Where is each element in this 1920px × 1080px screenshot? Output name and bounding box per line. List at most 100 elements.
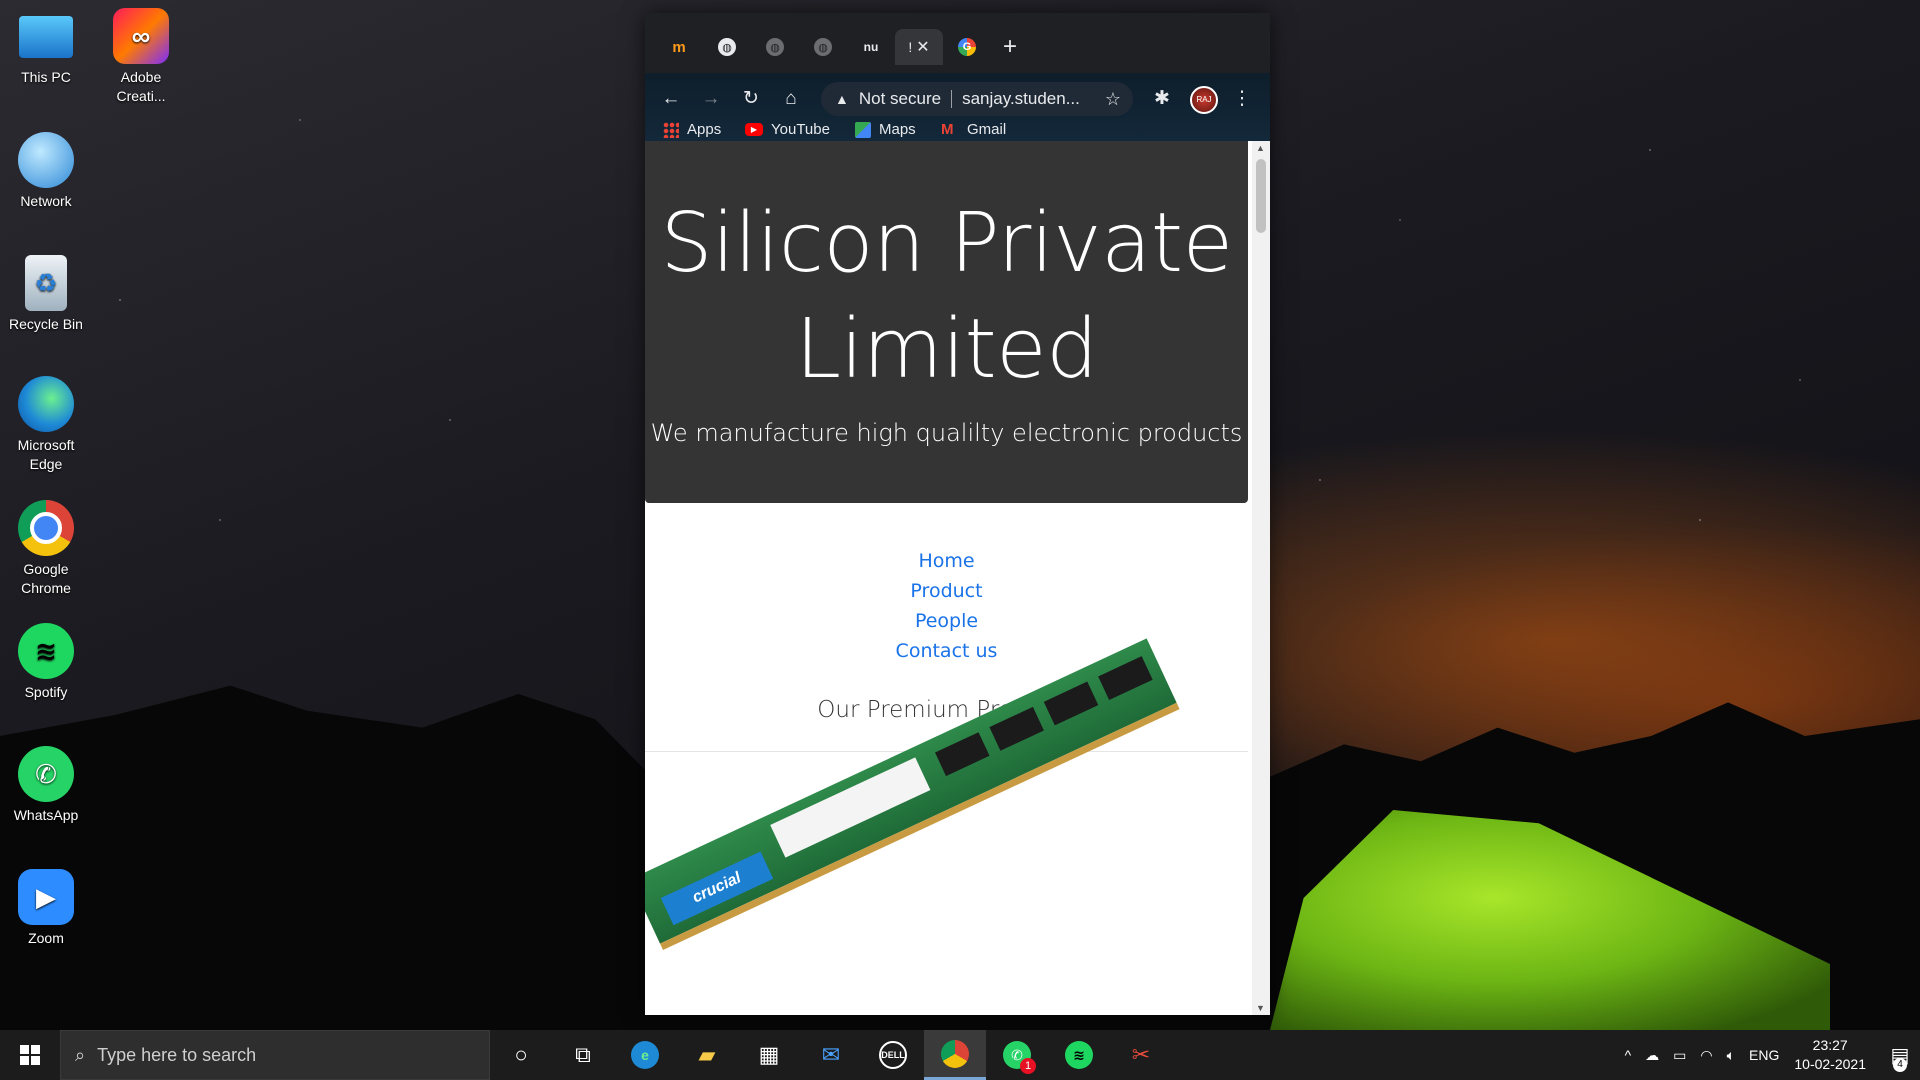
taskbar-dell[interactable]: DELL bbox=[862, 1030, 924, 1080]
profile-avatar[interactable]: RAJ bbox=[1190, 86, 1218, 114]
clock-date: 10-02-2021 bbox=[1794, 1056, 1866, 1072]
bookmark-gmail[interactable]: M Gmail bbox=[941, 121, 1006, 138]
task-view-button[interactable]: ⧉ bbox=[552, 1030, 614, 1080]
bookmarks-bar: Apps ▶ YouTube Maps M Gmail bbox=[645, 121, 1270, 141]
scroll-down-icon[interactable]: ▼ bbox=[1256, 1003, 1265, 1013]
desktop-icon-adobe[interactable]: ∞ Adobe Creati... bbox=[95, 8, 187, 106]
desktop-icon-label: Network bbox=[20, 193, 72, 209]
close-icon[interactable]: ✕ bbox=[916, 37, 929, 57]
nav-people[interactable]: People bbox=[645, 606, 1248, 636]
search-icon: ⌕ bbox=[75, 1044, 86, 1065]
store-icon: ▦ bbox=[758, 1042, 780, 1067]
globe-icon: ◍ bbox=[814, 38, 832, 56]
language-indicator[interactable]: ENG bbox=[1749, 1047, 1779, 1063]
whatsapp-unread-badge: 1 bbox=[1020, 1058, 1036, 1074]
home-button[interactable]: ⌂ bbox=[779, 87, 803, 111]
bookmark-label: Apps bbox=[687, 121, 722, 138]
taskbar-whatsapp[interactable]: ✆ 1 bbox=[986, 1030, 1048, 1080]
memory-chip bbox=[1043, 681, 1099, 726]
clock[interactable]: 23:27 10-02-2021 bbox=[1794, 1036, 1866, 1074]
desktop-icon-label: Adobe Creati... bbox=[116, 69, 166, 104]
taskbar-store[interactable]: ▦ bbox=[738, 1030, 800, 1080]
bookmark-label: Gmail bbox=[967, 121, 1007, 138]
taskbar-chrome[interactable] bbox=[924, 1030, 986, 1080]
bookmark-label: Maps bbox=[879, 121, 916, 138]
edge-icon: e bbox=[631, 1041, 659, 1069]
nav-product[interactable]: Product bbox=[645, 576, 1248, 606]
mail-icon: ✉ bbox=[821, 1042, 841, 1067]
wifi-icon[interactable]: ◠ bbox=[1700, 1047, 1712, 1064]
desktop-icon-label: Google Chrome bbox=[21, 561, 71, 596]
onedrive-icon[interactable]: ☁ bbox=[1645, 1047, 1659, 1064]
bookmark-star-icon[interactable]: ☆ bbox=[1105, 89, 1121, 110]
scroll-up-icon[interactable]: ▲ bbox=[1256, 143, 1265, 153]
desktop-icon-whatsapp[interactable]: ✆ WhatsApp bbox=[0, 746, 92, 825]
tab-globe-1[interactable]: ◍ bbox=[703, 29, 751, 65]
forward-button[interactable]: → bbox=[699, 87, 723, 111]
desktop-icon-edge[interactable]: Microsoft Edge bbox=[0, 376, 92, 474]
desktop-icon-label: WhatsApp bbox=[13, 807, 79, 823]
reload-button[interactable]: ↻ bbox=[739, 87, 763, 111]
gmail-icon: M bbox=[941, 120, 954, 138]
desktop-icon-chrome[interactable]: Google Chrome bbox=[0, 500, 92, 598]
tab-nu[interactable]: nu bbox=[847, 29, 895, 65]
bookmark-youtube[interactable]: ▶ YouTube bbox=[745, 121, 830, 138]
desktop-icon-this-pc[interactable]: This PC bbox=[0, 10, 92, 87]
edge-icon bbox=[18, 376, 74, 432]
memory-chip bbox=[989, 706, 1044, 751]
tab-m[interactable]: m bbox=[655, 29, 703, 65]
desktop-icon-spotify[interactable]: ≋ Spotify bbox=[0, 623, 92, 702]
network-icon bbox=[18, 132, 74, 188]
product-sticker bbox=[770, 757, 931, 858]
taskbar-search[interactable]: ⌕ Type here to search bbox=[60, 1030, 490, 1080]
chevron-up-icon[interactable]: ^ bbox=[1625, 1047, 1632, 1063]
action-center-button[interactable]: ▤ 4 bbox=[1880, 1030, 1920, 1080]
menu-kebab-icon[interactable]: ⋮ bbox=[1230, 87, 1254, 111]
tab-globe-3[interactable]: ◍ bbox=[799, 29, 847, 65]
whatsapp-icon: ✆ bbox=[18, 746, 74, 802]
browser-window: m ◍ ◍ ◍ nu ! ✕ G + ← → ↻ ⌂ ▲ Not secure … bbox=[645, 13, 1270, 1015]
back-button[interactable]: ← bbox=[659, 87, 683, 111]
taskbar-file-explorer[interactable]: ▰ bbox=[676, 1030, 738, 1080]
youtube-icon: ▶ bbox=[745, 123, 763, 136]
nav-home[interactable]: Home bbox=[645, 546, 1248, 576]
start-button[interactable] bbox=[0, 1030, 60, 1080]
desktop-icon-label: Spotify bbox=[24, 684, 68, 700]
taskbar-snip[interactable]: ✂ bbox=[1110, 1030, 1172, 1080]
memory-chip bbox=[935, 732, 990, 777]
tab-google[interactable]: G bbox=[943, 29, 991, 65]
tab-active[interactable]: ! ✕ bbox=[895, 29, 943, 65]
bookmark-label: YouTube bbox=[771, 121, 830, 138]
product-card: crucial bbox=[645, 638, 1248, 1015]
desktop-icon-network[interactable]: Network bbox=[0, 132, 92, 211]
taskbar-spotify[interactable]: ≋ bbox=[1048, 1030, 1110, 1080]
cortana-button[interactable]: ○ bbox=[490, 1030, 552, 1080]
volume-icon[interactable]: 🔈︎ bbox=[1727, 1047, 1735, 1064]
taskbar-edge[interactable]: e bbox=[614, 1030, 676, 1080]
product-brand-label: crucial bbox=[660, 851, 774, 926]
task-view-icon: ⧉ bbox=[575, 1042, 591, 1067]
page-scrollbar[interactable]: ▲ ▼ bbox=[1252, 141, 1270, 1015]
new-tab-button[interactable]: + bbox=[1003, 35, 1017, 59]
extensions-icon[interactable]: ✱ bbox=[1150, 87, 1174, 111]
taskbar-mail[interactable]: ✉ bbox=[800, 1030, 862, 1080]
desktop-icon-recycle-bin[interactable]: ♻ Recycle Bin bbox=[0, 255, 92, 334]
desktop-icon-label: Zoom bbox=[28, 930, 64, 946]
bookmark-apps[interactable]: Apps bbox=[663, 121, 721, 138]
nu-icon: nu bbox=[863, 40, 879, 54]
this-pc-icon bbox=[19, 16, 73, 58]
desktop-icon-zoom[interactable]: ▶ Zoom bbox=[0, 869, 92, 948]
hero-subtitle: We manufacture high qualilty electronic … bbox=[650, 419, 1243, 447]
address-bar[interactable]: ▲ Not secure sanjay.studen... ☆ bbox=[821, 82, 1133, 116]
url-text: sanjay.studen... bbox=[962, 89, 1080, 108]
battery-icon[interactable]: ▭ bbox=[1673, 1047, 1686, 1064]
spotify-icon: ≋ bbox=[18, 623, 74, 679]
system-tray: ^ ☁ ▭ ◠ 🔈︎ ENG 23:27 10-02-2021 ▤ 4 bbox=[1618, 1030, 1920, 1080]
scroll-thumb[interactable] bbox=[1256, 159, 1266, 233]
warning-icon: ▲ bbox=[835, 91, 849, 107]
dell-icon: DELL bbox=[879, 1041, 907, 1069]
tab-globe-2[interactable]: ◍ bbox=[751, 29, 799, 65]
browser-toolbar: ← → ↻ ⌂ ▲ Not secure sanjay.studen... ☆ … bbox=[645, 73, 1270, 141]
hero-banner: Silicon Private Limited We manufacture h… bbox=[645, 141, 1248, 503]
bookmark-maps[interactable]: Maps bbox=[855, 121, 916, 138]
